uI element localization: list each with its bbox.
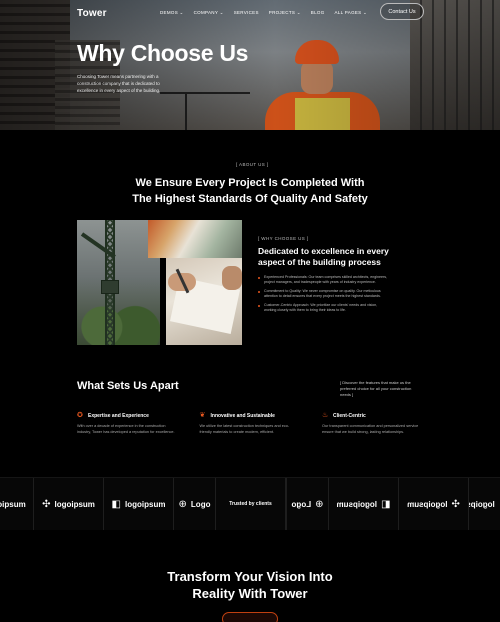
- main-menu: DEMOS ⌄ COMPANY ⌄ SERVICES PROJECTS ⌄ BL…: [160, 10, 367, 16]
- about-title: We Ensure Every Project Is Completed Wit…: [0, 175, 500, 207]
- top-nav: Tower DEMOS ⌄ COMPANY ⌄ SERVICES PROJECT…: [0, 0, 500, 26]
- menu-item-blog[interactable]: BLOG: [311, 10, 325, 16]
- why-points-list: Experienced Professionals: Our team comp…: [258, 275, 388, 317]
- feature-title: Expertise and Experience: [88, 412, 149, 419]
- blueprint-photo: [148, 220, 242, 258]
- why-choose-tag: [ WHY CHOOSE US ]: [258, 236, 309, 241]
- apart-description: [ Discover the features that make us the…: [340, 380, 412, 397]
- feature-desc: We utilize the latest construction techn…: [199, 424, 290, 434]
- list-item: Commitment to Quality: We never compromi…: [258, 289, 388, 299]
- client-logo-text: logoipsum: [407, 499, 448, 509]
- about-tag: [ ABOUT US ]: [236, 162, 269, 167]
- client-logo-text: Logo: [190, 499, 211, 509]
- why-choose-title: Dedicated to excellence in every aspect …: [258, 246, 389, 267]
- menu-item-all-pages[interactable]: ALL PAGES ⌄: [335, 10, 368, 16]
- cta-title-line1: Transform Your Vision Into: [167, 569, 333, 584]
- client-logo: ◧ logoipsum: [328, 478, 398, 530]
- contact-us-button[interactable]: Contact Us: [380, 3, 424, 20]
- menu-item-projects[interactable]: PROJECTS ⌄: [269, 10, 301, 16]
- planning-photo: [166, 258, 242, 345]
- leaf-icon: ❦: [199, 412, 206, 419]
- page-title: Why Choose Us: [77, 40, 249, 66]
- handshake-icon: ♨: [322, 412, 329, 419]
- logoipsum-mark-icon: ✣: [451, 498, 460, 510]
- list-item: Experienced Professionals: Our team comp…: [258, 275, 388, 285]
- medal-icon: ✪: [77, 412, 83, 419]
- menu-item-company[interactable]: COMPANY ⌄: [194, 10, 224, 16]
- client-logo-text: logoipsum: [336, 499, 377, 509]
- features-row: ✪ Expertise and Experience With over a d…: [77, 412, 422, 435]
- feature-desc: Our transparent communication and person…: [322, 424, 419, 434]
- logoipsum-d-icon: ◧: [381, 498, 391, 510]
- client-logo: logoipsum: [0, 478, 34, 530]
- cta-button[interactable]: [222, 612, 278, 622]
- client-logo-text: logoipsum: [54, 499, 95, 509]
- client-logo: ✣ logoipsum: [34, 478, 104, 530]
- client-logo-text: logoipsum: [125, 499, 166, 509]
- menu-item-demos[interactable]: DEMOS ⌄: [160, 10, 184, 16]
- hero-description: Choosing Tower means partnering with a c…: [77, 74, 161, 93]
- about-title-line1: We Ensure Every Project Is Completed Wit…: [135, 177, 365, 189]
- apart-title: What Sets Us Apart: [77, 380, 179, 392]
- hero-section: Tower DEMOS ⌄ COMPANY ⌄ SERVICES PROJECT…: [0, 0, 500, 130]
- site-logo[interactable]: Tower: [77, 8, 107, 19]
- list-item: Customer-Centric Approach: We prioritize…: [258, 303, 388, 313]
- client-logo-text: logoipsum: [468, 499, 495, 509]
- feature-desc: With over a decade of experience in the …: [77, 424, 175, 434]
- logo-plus-circle-icon: ⊕: [178, 498, 187, 510]
- menu-item-services[interactable]: SERVICES: [234, 10, 259, 16]
- trusted-by-clients: Trusted by clients: [216, 478, 286, 530]
- cta-title-line2: Reality With Tower: [192, 586, 308, 601]
- client-logo: ⊕ Logo: [286, 478, 328, 530]
- trusted-label: Trusted by clients: [229, 501, 272, 507]
- client-logo-text: logoipsum: [0, 499, 26, 509]
- feature-card: ✪ Expertise and Experience With over a d…: [77, 412, 177, 435]
- logoipsum-mark-icon: ✣: [42, 498, 51, 510]
- cta-title: Transform Your Vision Into Reality With …: [0, 568, 500, 602]
- client-logo-text: Logo: [291, 499, 312, 509]
- client-logo: ◧ logoipsum: [104, 478, 174, 530]
- feature-card: ♨ Client-Centric Our transparent communi…: [322, 412, 422, 435]
- client-logo: logoipsum: [468, 478, 500, 530]
- client-logo: ✣ logoipsum: [398, 478, 468, 530]
- feature-title: Innovative and Sustainable: [210, 412, 275, 419]
- client-logo-strip: logoipsum ✣ logoipsum ◧ logoipsum ⊕ Logo…: [0, 477, 500, 530]
- client-logo: ⊕ Logo: [174, 478, 216, 530]
- logo-plus-circle-icon: ⊕: [315, 498, 324, 510]
- feature-title: Client-Centric: [333, 412, 366, 419]
- feature-card: ❦ Innovative and Sustainable We utilize …: [200, 412, 300, 435]
- about-title-line2: The Highest Standards Of Quality And Saf…: [132, 193, 368, 205]
- logoipsum-d-icon: ◧: [111, 498, 121, 510]
